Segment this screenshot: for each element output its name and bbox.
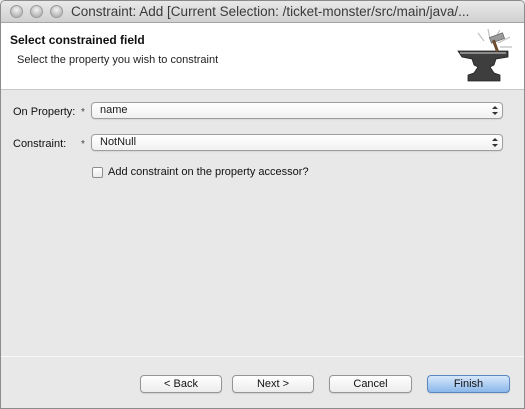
on-property-select[interactable]: name [91, 102, 503, 119]
window-title: Constraint: Add [Current Selection: /tic… [71, 4, 470, 19]
required-marker: * [81, 139, 85, 150]
anvil-icon [457, 28, 512, 82]
footer-divider [1, 356, 524, 357]
accessor-checkbox-label[interactable]: Add constraint on the property accessor? [108, 166, 309, 178]
close-window-button[interactable] [10, 5, 23, 18]
page-description: Select the property you wish to constrai… [17, 54, 219, 66]
wizard-header: Select constrained field Select the prop… [1, 23, 524, 90]
finish-button[interactable]: Finish [427, 375, 510, 393]
required-marker: * [81, 107, 85, 118]
cancel-button[interactable]: Cancel [329, 375, 412, 393]
next-button[interactable]: Next > [232, 375, 314, 393]
minimize-window-button[interactable] [30, 5, 43, 18]
select-arrows-icon [492, 106, 498, 115]
on-property-label: On Property: [13, 106, 76, 118]
on-property-value: name [100, 104, 128, 116]
constraint-select[interactable]: NotNull [91, 134, 503, 151]
zoom-window-button[interactable] [50, 5, 63, 18]
select-arrows-icon [492, 138, 498, 147]
page-title: Select constrained field [10, 33, 145, 47]
add-constraint-dialog: Constraint: Add [Current Selection: /tic… [0, 0, 525, 409]
back-button[interactable]: < Back [140, 375, 222, 393]
title-bar[interactable]: Constraint: Add [Current Selection: /tic… [1, 1, 524, 23]
constraint-value: NotNull [100, 136, 137, 148]
constraint-label: Constraint: [13, 138, 67, 150]
accessor-checkbox[interactable] [92, 167, 103, 178]
